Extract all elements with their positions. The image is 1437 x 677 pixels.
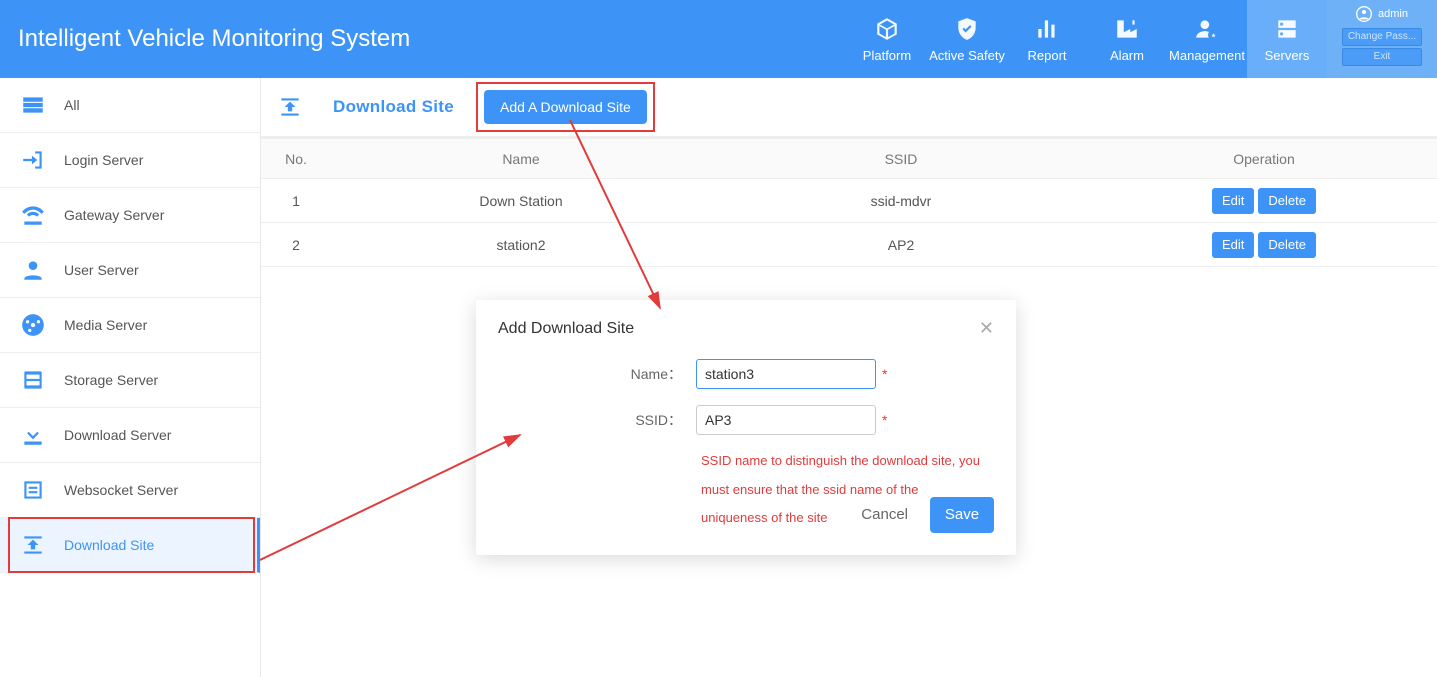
username: admin xyxy=(1378,8,1408,20)
cube-icon xyxy=(874,16,900,42)
exit-button[interactable]: Exit xyxy=(1342,48,1422,66)
nav-label: Report xyxy=(1027,48,1066,63)
col-name: Name xyxy=(331,139,711,179)
cell-ssid: ssid-mdvr xyxy=(711,179,1091,223)
shield-check-icon xyxy=(954,16,980,42)
dl-site-icon xyxy=(20,532,46,558)
delete-button[interactable]: Delete xyxy=(1258,232,1316,258)
nav-platform[interactable]: Platform xyxy=(847,0,927,78)
websocket-icon xyxy=(20,477,46,503)
sidebar-item-gateway[interactable]: Gateway Server xyxy=(0,188,260,243)
cell-op: EditDelete xyxy=(1091,179,1437,223)
nav-label: Active Safety xyxy=(929,48,1005,63)
table-body: 1Down Stationssid-mdvrEditDelete2station… xyxy=(261,179,1437,267)
user-gear-icon xyxy=(1194,16,1220,42)
server-icon xyxy=(1274,16,1300,42)
nav-report[interactable]: Report xyxy=(1007,0,1087,78)
media-icon xyxy=(20,312,46,338)
user-avatar-icon xyxy=(1356,6,1372,22)
factory-icon xyxy=(1114,16,1140,42)
sidebar-item-storage[interactable]: Storage Server xyxy=(0,353,260,408)
sidebar-item-label: Websocket Server xyxy=(64,482,178,498)
page-header: Download Site Add A Download Site xyxy=(261,78,1437,138)
page-title: Download Site xyxy=(333,97,454,117)
all-icon xyxy=(20,92,46,118)
nav-servers[interactable]: Servers xyxy=(1247,0,1327,78)
storage-icon xyxy=(20,367,46,393)
login-icon xyxy=(20,147,46,173)
col-op: Operation xyxy=(1091,139,1437,179)
nav-label: Servers xyxy=(1265,48,1310,63)
sidebar-item-all[interactable]: All xyxy=(0,78,260,133)
modal-title: Add Download Site xyxy=(498,320,634,338)
sidebar-item-media[interactable]: Media Server xyxy=(0,298,260,353)
cancel-button[interactable]: Cancel xyxy=(861,506,908,523)
download-site-table: No. Name SSID Operation 1Down Stationssi… xyxy=(261,138,1437,267)
user-icon xyxy=(20,257,46,283)
sidebar-item-label: Storage Server xyxy=(64,372,158,388)
sidebar-item-dl-site[interactable]: Download Site xyxy=(0,518,260,573)
sidebar-item-download[interactable]: Download Server xyxy=(0,408,260,463)
sidebar-item-label: Media Server xyxy=(64,317,147,333)
bar-chart-icon xyxy=(1034,16,1060,42)
cell-no: 1 xyxy=(261,179,331,223)
sidebar-item-user[interactable]: User Server xyxy=(0,243,260,298)
nav-label: Platform xyxy=(863,48,911,63)
nav-active-safety[interactable]: Active Safety xyxy=(927,0,1007,78)
cell-ssid: AP2 xyxy=(711,223,1091,267)
download-site-icon xyxy=(277,94,303,120)
app-header: Intelligent Vehicle Monitoring System Pl… xyxy=(0,0,1437,78)
table-row: 1Down Stationssid-mdvrEditDelete xyxy=(261,179,1437,223)
name-input[interactable] xyxy=(696,359,876,389)
required-mark: * xyxy=(882,366,887,382)
save-button[interactable]: Save xyxy=(930,497,994,533)
col-no: No. xyxy=(261,139,331,179)
table-row: 2station2AP2EditDelete xyxy=(261,223,1437,267)
edit-button[interactable]: Edit xyxy=(1212,188,1254,214)
ssid-label: SSID： xyxy=(476,410,696,430)
app-title: Intelligent Vehicle Monitoring System xyxy=(18,25,410,53)
download-icon xyxy=(20,422,46,448)
sidebar-item-login[interactable]: Login Server xyxy=(0,133,260,188)
nav-management[interactable]: Management xyxy=(1167,0,1247,78)
cell-name: Down Station xyxy=(331,179,711,223)
sidebar-item-label: Login Server xyxy=(64,152,143,168)
col-ssid: SSID xyxy=(711,139,1091,179)
modal-close-icon[interactable]: ✕ xyxy=(979,318,994,339)
edit-button[interactable]: Edit xyxy=(1212,232,1254,258)
change-password-button[interactable]: Change Pass... xyxy=(1342,28,1422,46)
nav-label: Alarm xyxy=(1110,48,1144,63)
sidebar-item-label: User Server xyxy=(64,262,139,278)
cell-name: station2 xyxy=(331,223,711,267)
add-download-site-button[interactable]: Add A Download Site xyxy=(484,90,647,124)
top-nav: Platform Active Safety Report Alarm Mana… xyxy=(847,0,1327,78)
sidebar-item-websocket[interactable]: Websocket Server xyxy=(0,463,260,518)
sidebar-item-label: Download Site xyxy=(64,537,154,553)
sidebar-item-label: Download Server xyxy=(64,427,171,443)
sidebar-item-label: Gateway Server xyxy=(64,207,164,223)
add-download-site-modal: Add Download Site ✕ Name： * SSID： * SSID… xyxy=(476,300,1016,555)
nav-label: Management xyxy=(1169,48,1245,63)
cell-op: EditDelete xyxy=(1091,223,1437,267)
cell-no: 2 xyxy=(261,223,331,267)
sidebar-item-label: All xyxy=(64,97,80,113)
delete-button[interactable]: Delete xyxy=(1258,188,1316,214)
sidebar: All Login Server Gateway Server User Server… xyxy=(0,78,261,677)
nav-alarm[interactable]: Alarm xyxy=(1087,0,1167,78)
name-label: Name： xyxy=(476,364,696,384)
gateway-icon xyxy=(20,202,46,228)
ssid-input[interactable] xyxy=(696,405,876,435)
required-mark: * xyxy=(882,412,887,428)
user-box: admin Change Pass... Exit xyxy=(1327,0,1437,78)
